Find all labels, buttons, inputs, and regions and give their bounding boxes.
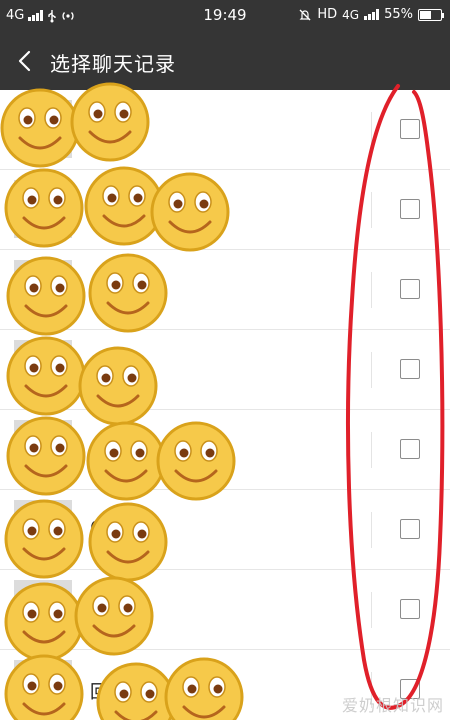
row-divider [371,112,372,148]
chat-row[interactable] [0,170,450,250]
hd-label: HD [317,7,338,22]
avatar [14,180,72,238]
select-checkbox[interactable] [400,279,420,299]
chat-name: 回复多cal [90,682,170,703]
avatar [14,580,72,638]
chat-row[interactable] [0,250,450,330]
chat-row[interactable] [0,570,450,650]
row-divider [371,592,372,628]
select-checkbox[interactable] [400,439,420,459]
avatar [14,260,72,318]
row-divider [371,512,372,548]
chat-row[interactable]: 帰炸天 [0,410,450,490]
mute-icon [299,9,311,20]
watermark: 爱奶根知识网 [341,696,444,715]
avatar [14,500,72,558]
row-divider [371,192,372,228]
chat-row[interactable] [0,90,450,170]
avatar [14,420,72,478]
battery-fill [420,10,431,19]
chevron-left-icon[interactable] [14,48,38,74]
battery-percent: 55% [384,7,413,22]
select-checkbox[interactable] [400,199,420,219]
signal-icon-right [364,9,380,20]
chat-row[interactable]: 01 [0,490,450,570]
battery-icon [418,8,444,21]
top-app-bar: 选择聊天记录 [0,32,450,90]
page-title: 选择聊天记录 [50,52,176,76]
chat-name: 01 [90,518,113,539]
select-checkbox[interactable] [400,359,420,379]
row-divider [371,272,372,308]
row-divider [371,352,372,388]
avatar [14,100,72,158]
avatar [14,340,72,398]
avatar [14,660,72,718]
select-checkbox[interactable] [400,119,420,139]
chat-row[interactable] [0,330,450,410]
chat-name: 帰炸天 [90,442,144,463]
network-gen-label: 4G [342,7,360,22]
select-checkbox[interactable] [400,599,420,619]
status-bar: 4G 19:49 HD 4G 55% [0,0,450,32]
select-checkbox[interactable] [400,519,420,539]
status-right: HD 4G 55% [298,7,444,22]
chat-list: 帰炸天 01 回复多cal [0,90,450,720]
row-divider [371,432,372,468]
